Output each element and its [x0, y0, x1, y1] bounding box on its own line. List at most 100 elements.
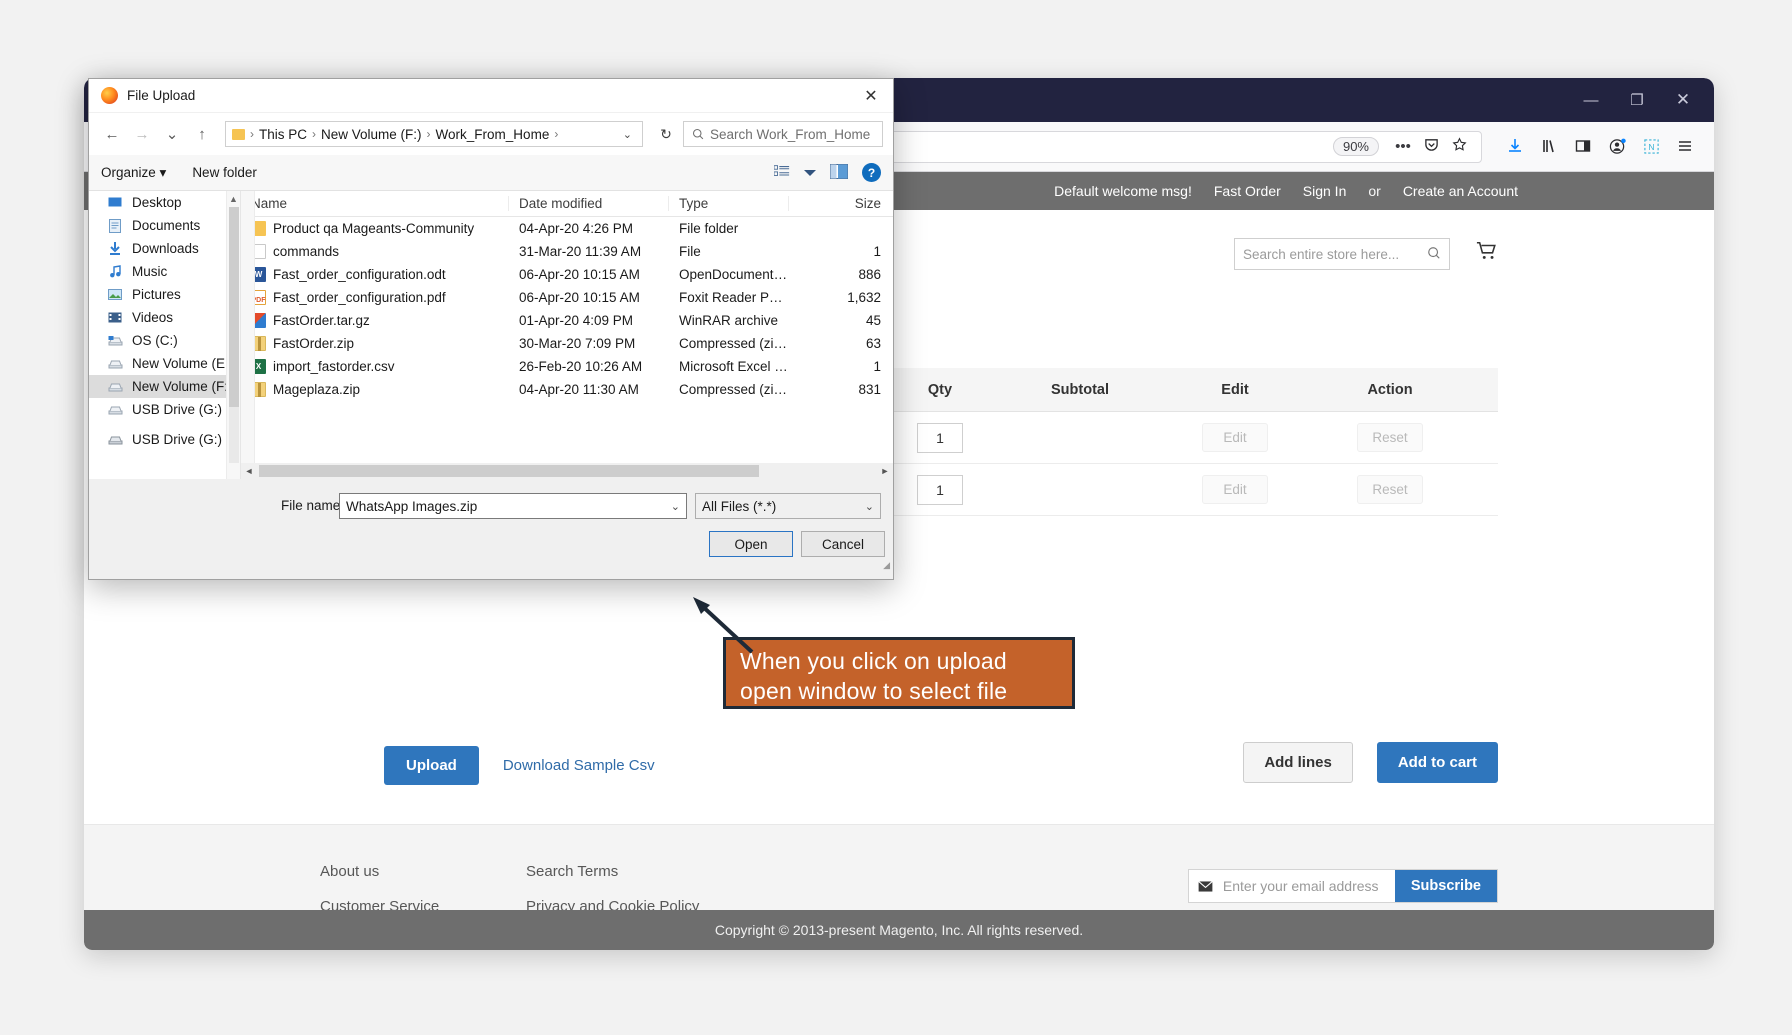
search-icon[interactable]	[1427, 246, 1441, 263]
pocket-icon[interactable]	[1417, 137, 1445, 156]
file-row[interactable]: W Fast_order_configuration.odt 06-Apr-20 …	[241, 263, 893, 286]
newsletter-email-input[interactable]: Enter your email address	[1223, 870, 1395, 902]
file-name: import_fastorder.csv	[273, 359, 395, 374]
sidebar-item-desktop[interactable]: Desktop	[89, 191, 240, 214]
scroll-left-icon[interactable]: ◄	[241, 466, 257, 476]
subscribe-button[interactable]: Subscribe	[1394, 870, 1497, 902]
account-icon[interactable]	[1600, 138, 1634, 156]
scroll-up-icon[interactable]: ▲	[227, 191, 240, 204]
chevron-down-icon[interactable]: ⌄	[671, 500, 680, 513]
file-list-horizontal-scrollbar[interactable]: ◄ ►	[241, 463, 893, 479]
file-row[interactable]: Mageplaza.zip 04-Apr-20 11:30 AM Compres…	[241, 378, 893, 401]
add-to-cart-button[interactable]: Add to cart	[1376, 742, 1498, 783]
footer-link-about-us[interactable]: About us	[320, 863, 526, 880]
extension-icon[interactable]: N	[1634, 138, 1668, 156]
file-type-filter-select[interactable]: All Files (*.*) ⌄	[695, 493, 881, 519]
fast-order-link[interactable]: Fast Order	[1214, 183, 1281, 199]
up-icon[interactable]: ↑	[189, 121, 215, 147]
file-name-input[interactable]: WhatsApp Images.zip ⌄	[339, 493, 687, 519]
dialog-search-input[interactable]: Search Work_From_Home	[683, 121, 883, 147]
hscrollbar-thumb[interactable]	[259, 465, 759, 477]
sidebar-item-os-c[interactable]: OS (C:)	[89, 329, 240, 352]
sidebar-item-new-volume-e[interactable]: New Volume (E:)	[89, 352, 240, 375]
sidebar-item-pictures[interactable]: Pictures	[89, 283, 240, 306]
edit-button[interactable]: Edit	[1202, 423, 1268, 452]
scroll-right-icon[interactable]: ►	[877, 466, 893, 476]
file-date: 26-Feb-20 10:26 AM	[519, 359, 643, 374]
edit-button[interactable]: Edit	[1202, 475, 1268, 504]
sign-in-link[interactable]: Sign In	[1303, 183, 1347, 199]
copyright-bar: Copyright © 2013-present Magento, Inc. A…	[84, 910, 1714, 950]
view-dropdown-icon[interactable]	[804, 165, 816, 180]
sidebar-item-usb-drive-g[interactable]: USB Drive (G:)	[89, 398, 240, 421]
sidebar-item-music[interactable]: Music	[89, 260, 240, 283]
sidebar-item-videos[interactable]: Videos	[89, 306, 240, 329]
breadcrumb-item-work-from-home[interactable]: Work_From_Home	[436, 127, 550, 142]
upload-button[interactable]: Upload	[384, 746, 479, 785]
file-row[interactable]: commands 31-Mar-20 11:39 AM File 1	[241, 240, 893, 263]
create-account-link[interactable]: Create an Account	[1403, 183, 1518, 199]
column-header-name[interactable]: Name	[241, 196, 509, 211]
scrollbar-thumb[interactable]	[229, 207, 239, 407]
sidebar-item-documents[interactable]: Documents	[89, 214, 240, 237]
scrollbar-track[interactable]	[229, 407, 239, 463]
pictures-icon	[107, 289, 123, 300]
download-icon[interactable]	[1498, 138, 1532, 156]
open-button[interactable]: Open	[709, 531, 793, 557]
store-search-input[interactable]: Search entire store here...	[1234, 238, 1450, 270]
reset-button[interactable]: Reset	[1357, 475, 1423, 504]
sidebar-icon[interactable]	[1566, 138, 1600, 156]
chevron-down-icon[interactable]: ⌄	[865, 500, 874, 513]
forward-icon[interactable]: →	[129, 121, 155, 147]
sidebar-item-downloads[interactable]: Downloads	[89, 237, 240, 260]
resize-grip-icon[interactable]: ◢	[883, 560, 890, 571]
column-header-size[interactable]: Size	[789, 196, 893, 211]
menu-icon[interactable]	[1668, 138, 1702, 156]
file-type: File folder	[679, 221, 739, 236]
new-folder-button[interactable]: New folder	[192, 165, 257, 180]
breadcrumb-item-this-pc[interactable]: This PC	[259, 127, 307, 142]
qty-input[interactable]: 1	[917, 474, 963, 505]
star-icon[interactable]	[1445, 137, 1473, 156]
sidebar-scrollbar[interactable]: ▲	[226, 191, 240, 479]
chevron-down-icon[interactable]: ⌄	[623, 128, 636, 141]
window-minimize-button[interactable]: —	[1568, 78, 1614, 122]
file-size: 1	[873, 244, 881, 259]
file-row[interactable]: FastOrder.zip 30-Mar-20 7:09 PM Compress…	[241, 332, 893, 355]
callout-line-1: When you click on upload	[740, 648, 1007, 674]
window-maximize-button[interactable]: ❐	[1614, 78, 1660, 122]
file-row[interactable]: Product qa Mageants-Community 04-Apr-20 …	[241, 217, 893, 240]
view-options-icon[interactable]	[773, 164, 790, 181]
file-row[interactable]: PDF Fast_order_configuration.pdf 06-Apr-2…	[241, 286, 893, 309]
breadcrumb-separator: ›	[426, 127, 431, 141]
window-close-button[interactable]: ✕	[1660, 78, 1706, 122]
organize-button[interactable]: Organize ▾	[101, 165, 166, 181]
file-row[interactable]: FastOrder.tar.gz 01-Apr-20 4:09 PM WinRA…	[241, 309, 893, 332]
column-header-date-modified[interactable]: Date modified	[509, 196, 669, 211]
breadcrumb-item-new-volume-f[interactable]: New Volume (F:)	[321, 127, 422, 142]
download-sample-csv-link[interactable]: Download Sample Csv	[503, 757, 655, 774]
recent-locations-icon[interactable]: ⌄	[159, 121, 185, 147]
dialog-title: File Upload	[127, 88, 196, 103]
refresh-icon[interactable]: ↻	[653, 121, 679, 147]
file-name: FastOrder.zip	[273, 336, 355, 351]
library-icon[interactable]	[1532, 138, 1566, 156]
add-lines-button[interactable]: Add lines	[1243, 742, 1353, 783]
qty-input[interactable]: 1	[917, 422, 963, 453]
cart-icon[interactable]	[1476, 240, 1498, 268]
file-row[interactable]: Ximport_fastorder.csv 26-Feb-20 10:26 AM…	[241, 355, 893, 378]
action-cell: Reset	[1310, 475, 1470, 504]
preview-pane-icon[interactable]	[830, 163, 848, 182]
breadcrumb[interactable]: › This PC › New Volume (F:) › Work_From_…	[225, 121, 643, 147]
sidebar-item-usb-drive-g-2[interactable]: USB Drive (G:)	[89, 428, 240, 451]
column-header-type[interactable]: Type	[669, 196, 789, 211]
footer-link-search-terms[interactable]: Search Terms	[526, 863, 699, 880]
reset-button[interactable]: Reset	[1357, 423, 1423, 452]
dialog-close-button[interactable]: ✕	[849, 79, 893, 113]
back-icon[interactable]: ←	[99, 121, 125, 147]
help-icon[interactable]: ?	[862, 163, 881, 182]
sidebar-item-new-volume-f[interactable]: New Volume (F:)	[89, 375, 240, 398]
ellipsis-icon[interactable]: •••	[1389, 138, 1417, 155]
zoom-level-badge[interactable]: 90%	[1332, 137, 1379, 156]
cancel-button[interactable]: Cancel	[801, 531, 885, 557]
